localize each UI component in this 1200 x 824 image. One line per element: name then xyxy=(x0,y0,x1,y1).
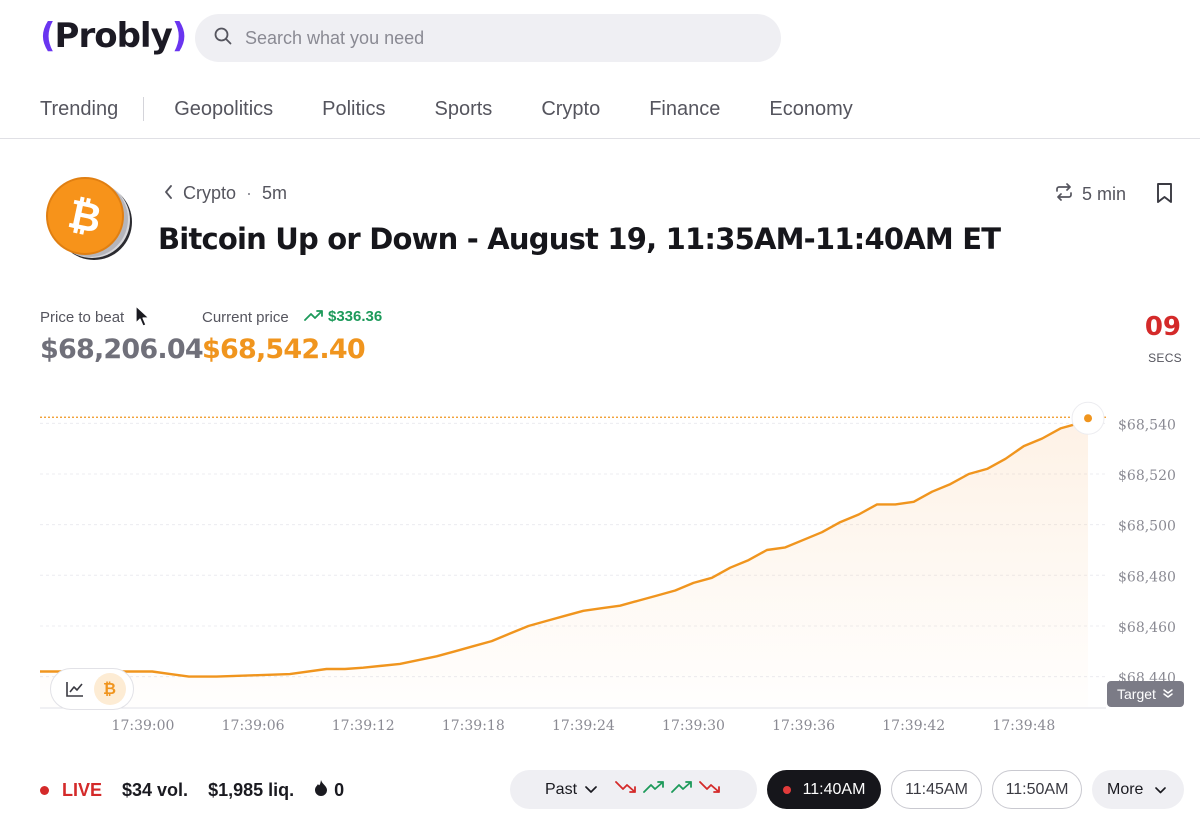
trend-down-icon xyxy=(615,780,637,799)
y-tick-label: $68,540 xyxy=(1118,417,1176,433)
x-tick-label: 17:39:30 xyxy=(662,718,725,734)
target-badge[interactable]: Target xyxy=(1107,681,1184,707)
recurrence-badge: 5 min xyxy=(1054,183,1126,206)
nav-separator xyxy=(143,97,145,121)
price-chart[interactable]: $68,540$68,520$68,500$68,480$68,460$68,4… xyxy=(0,380,1200,750)
header-divider xyxy=(0,138,1200,139)
breadcrumb-interval: 5m xyxy=(262,183,288,203)
x-tick-label: 17:39:48 xyxy=(992,718,1055,734)
nav-sports[interactable]: Sports xyxy=(435,98,493,121)
trend-down-icon xyxy=(699,780,721,799)
liquidity-stat: $1,985 liq. xyxy=(208,779,295,800)
time-slot-1140[interactable]: 11:40AM xyxy=(767,770,881,809)
x-tick-label: 17:39:36 xyxy=(772,718,835,734)
past-label: Past xyxy=(545,780,578,798)
trend-up-icon xyxy=(304,308,328,325)
x-tick-label: 17:39:42 xyxy=(882,718,945,734)
nav-trending[interactable]: Trending xyxy=(40,98,118,121)
live-slot-dot xyxy=(782,785,791,794)
breadcrumb[interactable]: Crypto · 5m xyxy=(164,183,287,204)
mouse-cursor-icon xyxy=(135,305,151,334)
bookmark-icon[interactable] xyxy=(1155,182,1174,209)
chevron-down-icon xyxy=(1156,686,1174,702)
price-to-beat-value: $68,206.04 xyxy=(40,334,204,365)
current-price-value: $68,542.40 xyxy=(202,334,366,365)
price-delta-value: $336.36 xyxy=(328,308,383,325)
trend-up-icon xyxy=(643,780,665,799)
nav-finance[interactable]: Finance xyxy=(649,98,720,121)
repeat-icon xyxy=(1054,183,1082,206)
nav-politics[interactable]: Politics xyxy=(322,98,385,121)
nav-geopolitics[interactable]: Geopolitics xyxy=(174,98,273,121)
chevron-down-icon xyxy=(585,781,597,799)
chevron-down-icon xyxy=(1143,781,1167,799)
time-slot-1150[interactable]: 11:50AM xyxy=(992,770,1082,809)
search-input[interactable] xyxy=(245,27,745,49)
y-tick-label: $68,460 xyxy=(1118,620,1176,636)
nav-economy[interactable]: Economy xyxy=(769,98,852,121)
comments-count-value: 0 xyxy=(334,779,345,800)
x-tick-label: 17:39:00 xyxy=(112,718,175,734)
breadcrumb-separator: · xyxy=(246,183,253,203)
current-point-marker xyxy=(1084,414,1093,423)
more-label: More xyxy=(1107,780,1144,798)
time-slot-label: 11:50AM xyxy=(1005,780,1069,798)
nav-crypto[interactable]: Crypto xyxy=(541,98,600,121)
line-chart-icon[interactable] xyxy=(59,673,91,705)
breadcrumb-category[interactable]: Crypto xyxy=(183,183,236,204)
search-icon xyxy=(213,26,233,51)
chart-tools: ₿ xyxy=(50,668,134,710)
time-slot-label: 11:45AM xyxy=(905,780,968,798)
y-tick-label: $68,480 xyxy=(1118,569,1176,585)
live-label: LIVE xyxy=(62,779,103,800)
past-results-dropdown[interactable]: Past xyxy=(510,770,757,809)
market-stats: LIVE $34 vol. $1,985 liq. 0 xyxy=(40,778,344,802)
price-area xyxy=(40,418,1089,707)
countdown-unit: SECS xyxy=(1148,351,1182,365)
recurrence-label: 5 min xyxy=(1082,184,1127,204)
price-to-beat-label: Price to beat xyxy=(40,309,125,326)
target-label: Target xyxy=(1117,686,1156,702)
bitcoin-icon: ₿ xyxy=(44,174,136,262)
more-slots-button[interactable]: More xyxy=(1092,770,1184,809)
comments-count[interactable]: 0 xyxy=(314,779,344,801)
current-price-label: Current price xyxy=(202,309,289,326)
y-tick-label: $68,500 xyxy=(1118,519,1176,535)
x-tick-label: 17:39:12 xyxy=(332,718,395,734)
y-tick-label: $68,520 xyxy=(1118,468,1176,484)
price-delta: $336.36 xyxy=(304,308,382,325)
page-title: Bitcoin Up or Down - August 19, 11:35AM-… xyxy=(158,222,1001,256)
x-tick-label: 17:39:18 xyxy=(442,718,505,734)
probly-logo[interactable]: (Probly) xyxy=(40,16,187,56)
category-nav: Trending Geopolitics Politics Sports Cry… xyxy=(40,96,902,122)
time-slot-1145[interactable]: 11:45AM xyxy=(891,770,982,809)
live-indicator-dot xyxy=(40,785,49,795)
x-tick-label: 17:39:06 xyxy=(222,718,285,734)
x-tick-label: 17:39:24 xyxy=(552,718,615,734)
search-bar[interactable] xyxy=(195,14,781,62)
volume-stat: $34 vol. xyxy=(122,779,189,800)
bitcoin-toggle-icon[interactable]: ₿ xyxy=(93,673,126,705)
time-slot-label: 11:40AM xyxy=(802,780,866,798)
countdown-value: 09 xyxy=(1144,312,1181,342)
chevron-left-icon xyxy=(164,183,173,204)
trend-up-icon xyxy=(671,780,693,799)
flame-icon xyxy=(314,779,334,801)
